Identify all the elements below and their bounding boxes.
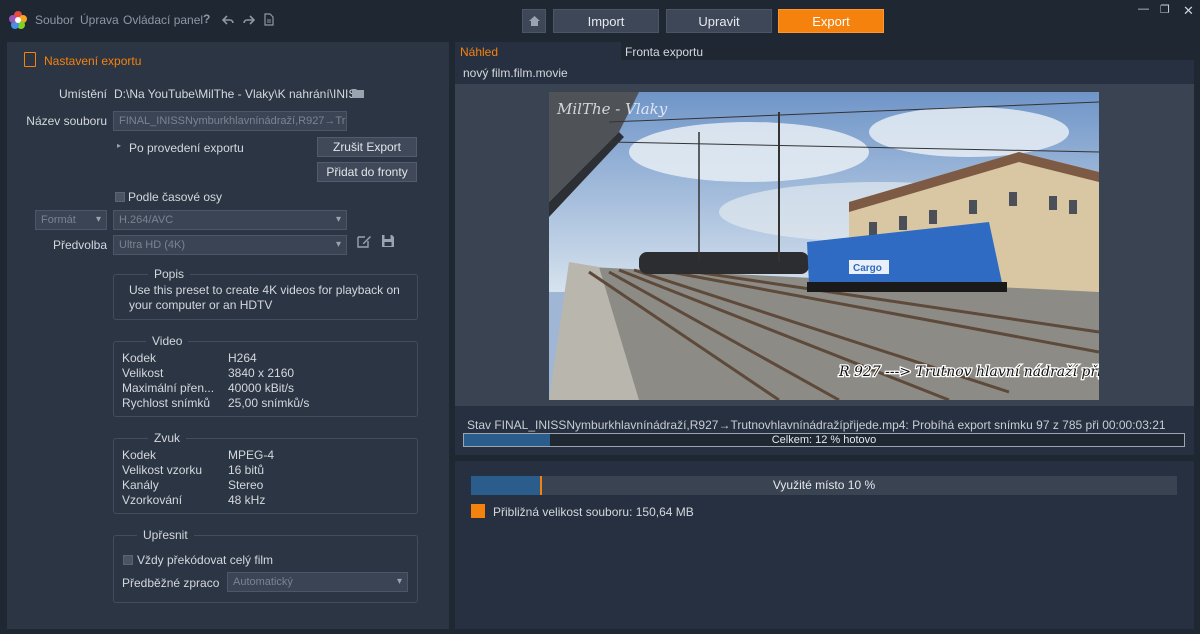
close-icon[interactable]: ✕ (1183, 3, 1194, 19)
export-progress-bar: Celkem: 12 % hotovo (463, 433, 1185, 447)
description-text: Use this preset to create 4K videos for … (129, 283, 400, 312)
video-framerate-key: Rychlost snímků (122, 396, 211, 410)
watermark-text: MilThe - Vlaky (556, 100, 668, 118)
video-codec-value: H264 (228, 351, 257, 365)
home-button[interactable] (522, 9, 546, 33)
preview-panel: Náhled Fronta exportu nový film.film.mov… (455, 42, 1194, 455)
preview-area: Cargo MilThe - Vlaky R 927 ---> Trutnov … (455, 84, 1194, 406)
recode-checkbox[interactable] (123, 555, 133, 565)
folder-icon[interactable] (352, 88, 364, 98)
cancel-export-button[interactable]: Zrušit Export (317, 137, 417, 157)
audio-channels-value: Stereo (228, 478, 264, 492)
restore-icon[interactable]: ❐ (1160, 3, 1170, 16)
audio-codec-value: MPEG-4 (228, 448, 275, 462)
timeline-checkbox[interactable] (115, 192, 125, 202)
format-select[interactable]: Formát (35, 210, 107, 230)
preview-image: Cargo MilThe - Vlaky R 927 ---> Trutnov … (549, 92, 1099, 400)
undo-icon[interactable] (222, 14, 234, 26)
refine-group (113, 535, 418, 603)
recode-checkbox-label: Vždy překódovat celý film (137, 553, 274, 567)
disk-usage-panel: Využité místo 10 % Přibližná velikost so… (455, 461, 1194, 629)
video-size-value: 3840 x 2160 (228, 366, 295, 380)
video-bitrate-key: Maximální přen... (122, 381, 215, 395)
export-settings-icon (24, 52, 36, 67)
video-bitrate-value: 40000 kBit/s (228, 381, 295, 395)
tab-edit[interactable]: Upravit (666, 9, 772, 33)
menu-control-panel[interactable]: Ovládací panel (123, 13, 203, 27)
file-size-label: Přibližná velikost souboru: 150,64 MB (493, 505, 694, 519)
prerender-label: Předběžné zpraco (122, 576, 220, 590)
menu-edit[interactable]: Úprava (80, 13, 119, 27)
preset-label: Předvolba (52, 238, 107, 252)
refine-title: Upřesnit (137, 528, 194, 542)
disk-usage-bar: Využité místo 10 % (471, 476, 1177, 495)
caption-text: R 927 ---> Trutnov hlavní nádraží přijed… (838, 363, 1099, 380)
audio-codec-key: Kodek (122, 448, 157, 462)
movie-name: nový film.film.movie (463, 66, 568, 80)
add-to-queue-button[interactable]: Přidat do fronty (317, 162, 417, 182)
audio-samplesize-value: 16 bitů (228, 463, 265, 477)
format-value-select[interactable]: H.264/AVC (113, 210, 347, 230)
preset-value: Ultra HD (4K) (119, 239, 186, 251)
disk-usage-label: Využité místo 10 % (772, 478, 876, 492)
train-scene-illustration: Cargo MilThe - Vlaky R 927 ---> Trutnov … (549, 92, 1099, 400)
audio-samplerate-value: 48 kHz (228, 493, 266, 507)
export-progress-label: Celkem: 12 % hotovo (771, 434, 877, 446)
expand-arrow-icon[interactable]: ▸ (117, 141, 121, 150)
format-value: H.264/AVC (119, 214, 174, 226)
export-settings-panel: Nastavení exportu Umístění D:\Na YouTube… (7, 42, 449, 629)
home-icon (528, 16, 540, 26)
app-logo-icon (9, 11, 27, 29)
location-label: Umístění (58, 87, 107, 101)
audio-samplerate-key: Vzorkování (122, 493, 183, 507)
filename-input[interactable]: FINAL_INISSNymburkhlavnínádraží,R927→Tru… (113, 111, 347, 131)
video-codec-key: Kodek (122, 351, 157, 365)
after-export-label[interactable]: Po provedení exportu (129, 141, 244, 155)
audio-samplesize-key: Velikost vzorku (122, 463, 203, 477)
minimize-icon[interactable]: — (1138, 3, 1149, 15)
locomotive-logo-text: Cargo (853, 263, 882, 274)
video-title: Video (146, 334, 189, 348)
audio-channels-key: Kanály (122, 478, 159, 492)
menu-file[interactable]: Soubor (35, 13, 74, 27)
save-preset-icon[interactable] (381, 234, 395, 248)
format-label: Formát (41, 214, 76, 226)
document-icon[interactable] (264, 13, 274, 26)
panel-title: Nastavení exportu (44, 54, 142, 68)
tab-export-queue[interactable]: Fronta exportu (625, 45, 703, 59)
file-size-legend-swatch (471, 504, 485, 518)
filename-label: Název souboru (26, 114, 107, 128)
prerender-value: Automatický (233, 576, 293, 588)
timeline-checkbox-label: Podle časové osy (128, 190, 223, 204)
video-size-key: Velikost (122, 366, 164, 380)
export-status: Stav FINAL_INISSNymburkhlavnínádraží,R92… (467, 418, 1166, 432)
redo-icon[interactable] (243, 14, 255, 26)
tab-export[interactable]: Export (778, 9, 884, 33)
audio-title: Zvuk (148, 431, 187, 445)
location-value: D:\Na YouTube\MilThe - Vlaky\K nahrání\I… (114, 87, 352, 101)
tab-import[interactable]: Import (553, 9, 659, 33)
description-title: Popis (148, 267, 191, 281)
tab-preview[interactable]: Náhled (460, 45, 498, 59)
edit-preset-icon[interactable] (357, 234, 372, 248)
title-bar: Soubor Úprava Ovládací panel ? Import Up… (0, 0, 1200, 42)
prerender-select[interactable]: Automatický (227, 572, 408, 592)
video-framerate-value: 25,00 snímků/s (228, 396, 310, 410)
preset-select[interactable]: Ultra HD (4K) (113, 235, 347, 255)
tab-bar-strip (621, 42, 1194, 60)
help-icon[interactable]: ? (203, 12, 210, 26)
